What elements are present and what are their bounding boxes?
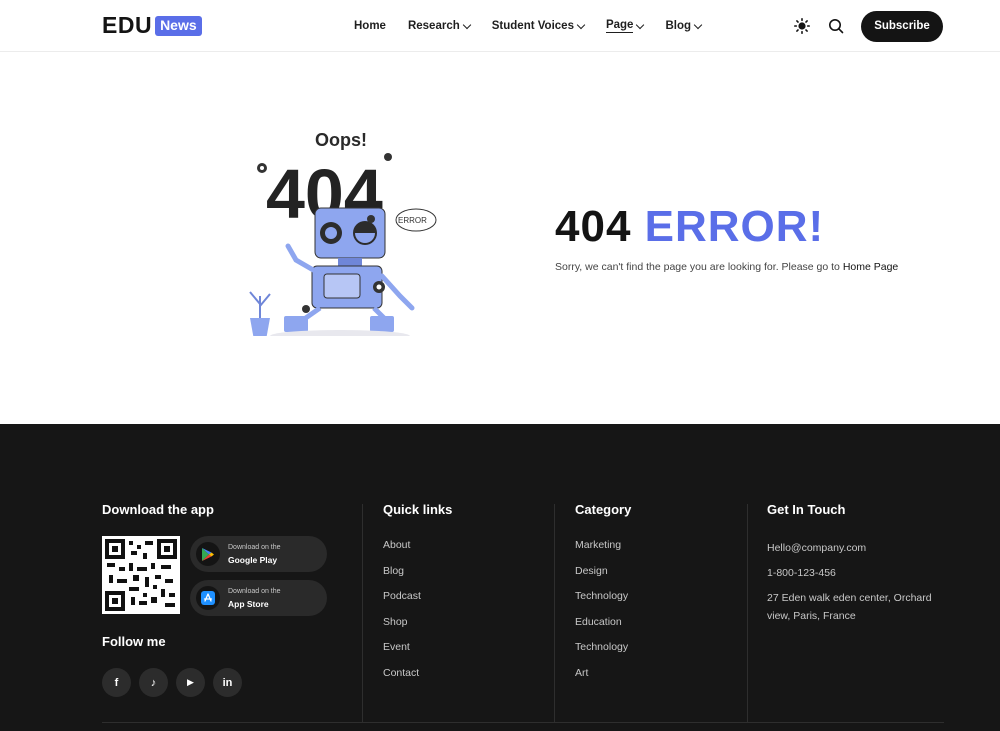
footer-quick-links-column: Quick links About Blog Podcast Shop Even… xyxy=(383,502,452,692)
logo-badge: News xyxy=(155,15,202,36)
quick-link-podcast[interactable]: Podcast xyxy=(383,590,452,616)
robot-404-illustration: Oops! 404 ERROR xyxy=(240,126,440,342)
category-link-technology[interactable]: Technology xyxy=(575,590,631,616)
follow-title: Follow me xyxy=(102,634,166,649)
error-title-text: ERROR! xyxy=(644,202,825,251)
facebook-icon[interactable]: f xyxy=(102,668,131,697)
contact-phone[interactable]: 1-800-123-456 xyxy=(767,564,947,582)
site-footer: Download the app Download on the Google … xyxy=(0,424,1000,731)
home-page-link[interactable]: Home Page xyxy=(843,261,898,273)
header-actions: Subscribe xyxy=(793,0,943,52)
footer-category-column: Category Marketing Design Technology Edu… xyxy=(575,502,631,692)
nav-student-voices-label: Student Voices xyxy=(491,20,574,32)
linkedin-icon[interactable]: in xyxy=(213,668,242,697)
site-logo[interactable]: EDU News xyxy=(102,12,202,39)
quick-link-contact[interactable]: Contact xyxy=(383,667,452,693)
youtube-icon[interactable]: ▶ xyxy=(176,668,205,697)
tiktok-icon[interactable]: ♪ xyxy=(139,668,168,697)
error-title: 404 ERROR! xyxy=(555,202,824,252)
footer-contact-column: Get In Touch Hello@company.com 1-800-123… xyxy=(767,502,947,632)
footer-divider xyxy=(554,504,555,722)
google-play-small-text: Download on the xyxy=(228,544,281,551)
sun-icon[interactable] xyxy=(793,17,811,35)
error-message: Sorry, we can't find the page you are lo… xyxy=(555,258,900,276)
quick-link-event[interactable]: Event xyxy=(383,641,452,667)
chevron-down-icon xyxy=(576,20,586,29)
search-icon[interactable] xyxy=(827,17,845,35)
oops-text: Oops! xyxy=(315,130,367,150)
error-tag-text: ERROR xyxy=(398,216,427,225)
category-title: Category xyxy=(575,502,632,517)
error-section: Oops! 404 ERROR 404 ERROR! Sorry, we can… xyxy=(0,52,1000,424)
nav-student-voices[interactable]: Student Voices xyxy=(491,20,586,32)
category-link-marketing[interactable]: Marketing xyxy=(575,539,631,565)
nav-page-label: Page xyxy=(605,19,634,33)
nav-home-label: Home xyxy=(354,20,386,32)
logo-text: EDU xyxy=(102,12,153,38)
chevron-down-icon xyxy=(636,20,645,29)
chevron-down-icon xyxy=(693,20,703,29)
footer-download-column: Download the app xyxy=(102,502,214,539)
subscribe-button[interactable]: Subscribe xyxy=(861,10,943,42)
quick-link-shop[interactable]: Shop xyxy=(383,616,452,642)
chevron-down-icon xyxy=(462,20,471,29)
nav-blog-label: Blog xyxy=(665,20,692,32)
google-play-big-text: Google Play xyxy=(228,555,278,565)
error-message-text: Sorry, we can't find the page you are lo… xyxy=(555,261,840,273)
google-play-icon xyxy=(196,542,220,566)
google-play-button[interactable]: Download on the Google Play xyxy=(190,536,327,572)
footer-bottom-divider xyxy=(102,722,944,723)
site-header: EDU News Home Research Student Voices Pa… xyxy=(0,0,1000,52)
category-link-education[interactable]: Education xyxy=(575,616,631,642)
contact-email[interactable]: Hello@company.com xyxy=(767,539,947,557)
footer-divider xyxy=(362,504,363,722)
category-link-art[interactable]: Art xyxy=(575,667,631,693)
nav-research[interactable]: Research xyxy=(407,20,471,32)
category-link-design[interactable]: Design xyxy=(575,565,631,591)
contact-address: 27 Eden walk eden center, Orchard view, … xyxy=(767,592,932,622)
nav-research-label: Research xyxy=(407,20,460,32)
app-store-button[interactable]: Download on the App Store xyxy=(190,580,327,616)
nav-home[interactable]: Home xyxy=(354,20,386,32)
social-links: f ♪ ▶ in xyxy=(102,668,242,697)
footer-divider xyxy=(747,504,748,722)
error-code: 404 xyxy=(555,202,632,251)
nav-page[interactable]: Page xyxy=(605,19,645,33)
qr-code xyxy=(102,536,180,614)
quick-link-about[interactable]: About xyxy=(383,539,452,565)
app-store-icon xyxy=(196,586,220,610)
download-title: Download the app xyxy=(102,502,214,517)
category-link-technology-2[interactable]: Technology xyxy=(575,641,631,667)
quick-link-blog[interactable]: Blog xyxy=(383,565,452,591)
nav-blog[interactable]: Blog xyxy=(665,20,703,32)
quick-links-title: Quick links xyxy=(383,502,453,517)
app-store-big-text: App Store xyxy=(228,599,269,609)
contact-title: Get In Touch xyxy=(767,502,846,517)
main-nav: Home Research Student Voices Page Blog xyxy=(354,0,703,52)
app-store-small-text: Download on the xyxy=(228,588,281,595)
